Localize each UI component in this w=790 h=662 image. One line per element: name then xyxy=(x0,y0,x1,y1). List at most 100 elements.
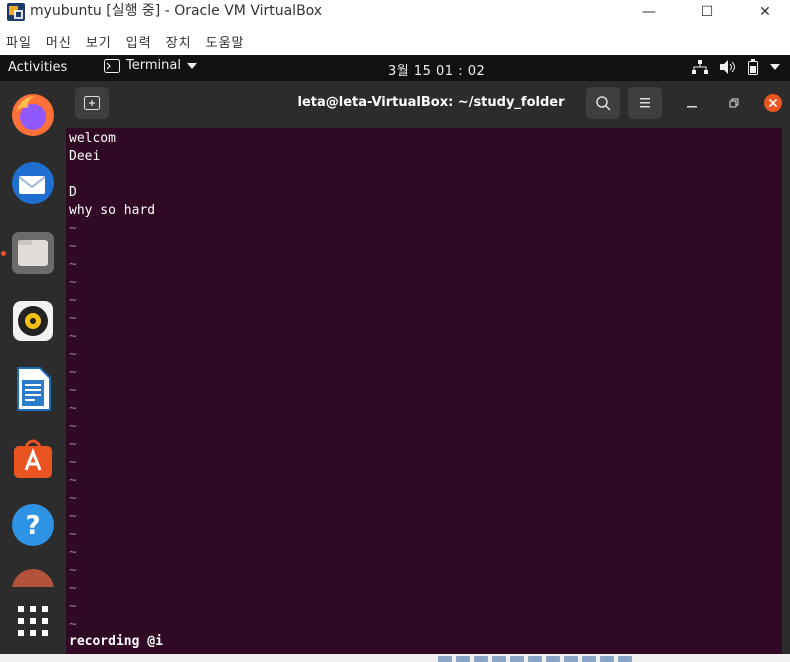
dock-thunderbird[interactable] xyxy=(9,159,57,207)
running-indicator xyxy=(1,251,6,256)
ubuntu-top-bar: Activities Terminal 3월 15 01 : 02 xyxy=(0,55,790,81)
audio-icon[interactable] xyxy=(474,656,488,662)
menu-input[interactable]: 입력 xyxy=(120,32,160,51)
search-button[interactable] xyxy=(586,87,620,119)
vim-tilde-line: ~ xyxy=(69,527,77,542)
terminal-content[interactable]: welcom Deei D why so hard ~ ~ ~ ~ ~ ~ ~ … xyxy=(66,128,782,654)
new-tab-button[interactable] xyxy=(75,87,109,119)
vim-tilde-line: ~ xyxy=(69,563,77,578)
close-icon xyxy=(764,94,782,112)
thunderbird-icon xyxy=(12,162,54,204)
shared-folders-icon[interactable] xyxy=(528,656,542,662)
keyboard-icon[interactable] xyxy=(618,656,632,662)
vim-tilde-line: ~ xyxy=(69,473,77,488)
system-tray[interactable] xyxy=(692,59,780,75)
recording-icon[interactable] xyxy=(564,656,578,662)
vim-tilde-line: ~ xyxy=(69,581,77,596)
dock-help[interactable]: ? xyxy=(9,501,57,549)
vim-status-line: recording @i xyxy=(69,634,163,649)
terminal-headerbar[interactable]: leta@leta-VirtualBox: ~/study_folder xyxy=(66,81,790,128)
show-applications-button[interactable] xyxy=(9,597,57,645)
vim-tilde-line: ~ xyxy=(69,509,77,524)
vim-tilde-line: ~ xyxy=(69,383,77,398)
vim-line: welcom xyxy=(69,131,116,146)
terminal-close-button[interactable] xyxy=(761,91,785,115)
search-icon xyxy=(596,96,611,111)
partial-app-icon xyxy=(12,569,54,587)
vim-tilde-line: ~ xyxy=(69,401,77,416)
menu-machine[interactable]: 머신 xyxy=(40,32,80,51)
network-icon xyxy=(692,60,708,74)
firefox-icon xyxy=(12,94,54,136)
terminal-scrollbar[interactable] xyxy=(782,128,790,654)
virtualbox-status-icons xyxy=(438,656,632,662)
vim-tilde-line: ~ xyxy=(69,347,77,362)
optical-drive-icon[interactable] xyxy=(456,656,470,662)
cpu-icon[interactable] xyxy=(582,656,596,662)
activities-button[interactable]: Activities xyxy=(8,60,67,75)
show-applications-icon xyxy=(18,606,48,636)
dock-firefox[interactable] xyxy=(9,91,57,139)
chevron-down-icon xyxy=(186,62,197,69)
battery-icon xyxy=(748,59,758,75)
mouse-integration-icon[interactable] xyxy=(600,656,614,662)
clock[interactable]: 3월 15 01 : 02 xyxy=(388,60,485,79)
ubuntu-software-icon xyxy=(14,439,52,478)
window-title: myubuntu [실행 중] - Oracle VM VirtualBox xyxy=(30,3,323,19)
vim-tilde-line: ~ xyxy=(69,221,77,236)
minimize-button[interactable]: — xyxy=(626,0,672,24)
vim-line: Deei xyxy=(69,149,101,164)
hamburger-menu-icon xyxy=(640,98,650,108)
help-glyph: ? xyxy=(25,511,40,541)
app-menu-label: Terminal xyxy=(126,58,181,73)
menu-devices[interactable]: 장치 xyxy=(160,32,200,51)
close-icon: ✕ xyxy=(759,4,771,20)
terminal-minimize-button[interactable] xyxy=(680,91,704,115)
dock-ubuntu-software[interactable] xyxy=(9,433,57,481)
maximize-button[interactable]: ☐ xyxy=(684,0,730,24)
vim-tilde-line: ~ xyxy=(69,311,77,326)
terminal-title: leta@leta-VirtualBox: ~/study_folder xyxy=(297,95,565,110)
virtualbox-status-bar xyxy=(0,654,790,662)
libreoffice-writer-icon xyxy=(17,367,51,411)
dock-rhythmbox[interactable] xyxy=(9,297,57,345)
vim-line: D xyxy=(69,185,77,200)
dock-partial-app[interactable] xyxy=(9,567,57,587)
usb-icon[interactable] xyxy=(510,656,524,662)
maximize-icon: ☐ xyxy=(700,4,714,20)
app-menu-terminal[interactable]: Terminal xyxy=(104,58,197,73)
dock-files[interactable] xyxy=(9,229,57,277)
hard-disk-icon[interactable] xyxy=(438,656,452,662)
system-menu-chevron-icon xyxy=(770,64,780,70)
display-icon[interactable] xyxy=(546,656,560,662)
vim-tilde-line: ~ xyxy=(69,329,77,344)
vim-tilde-line: ~ xyxy=(69,293,77,308)
new-tab-icon xyxy=(84,96,100,110)
vim-tilde-line: ~ xyxy=(69,365,77,380)
files-icon xyxy=(12,232,54,274)
hamburger-menu-button[interactable] xyxy=(628,87,662,119)
window-titlebar[interactable]: myubuntu [실행 중] - Oracle VM VirtualBox —… xyxy=(0,0,790,24)
virtualbox-logo-icon xyxy=(7,3,25,21)
restore-icon xyxy=(729,98,739,108)
vim-line: why so hard xyxy=(69,203,156,218)
menu-view[interactable]: 보기 xyxy=(80,32,120,51)
vim-tilde-line: ~ xyxy=(69,419,77,434)
vim-tilde-line: ~ xyxy=(69,491,77,506)
vim-tilde-line: ~ xyxy=(69,545,77,560)
network-adapter-icon[interactable] xyxy=(492,656,506,662)
vim-tilde-line: ~ xyxy=(69,437,77,452)
vim-tilde-line: ~ xyxy=(69,455,77,470)
close-button[interactable]: ✕ xyxy=(742,0,788,24)
dock: ? xyxy=(0,81,66,662)
menubar: 파일 머신 보기 입력 장치 도움말 xyxy=(0,28,790,54)
vim-tilde-line: ~ xyxy=(69,275,77,290)
minimize-icon xyxy=(687,106,697,108)
terminal-restore-button[interactable] xyxy=(722,91,746,115)
dock-writer[interactable] xyxy=(9,365,57,413)
terminal-icon xyxy=(104,58,120,73)
vim-tilde-line: ~ xyxy=(69,239,77,254)
rhythmbox-icon xyxy=(13,301,53,341)
menu-help[interactable]: 도움말 xyxy=(200,32,253,51)
menu-file[interactable]: 파일 xyxy=(0,32,40,51)
